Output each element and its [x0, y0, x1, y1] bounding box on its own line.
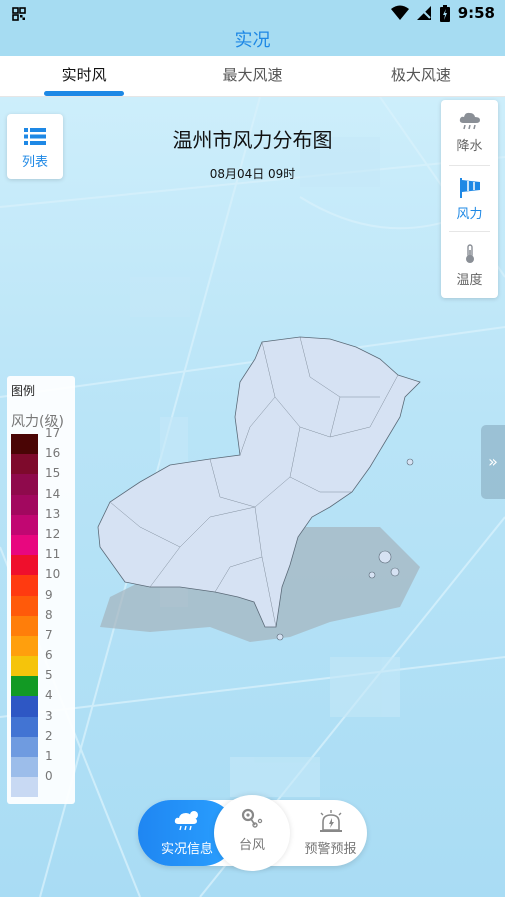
- legend-scale: 17 16 15 14 13 12 11 10 9 8 7 6 5 4 3 2 1 0: [11, 426, 71, 798]
- layer-label: 降水: [456, 139, 483, 154]
- tab-extreme-wind-speed[interactable]: 极大风速: [337, 56, 505, 96]
- legend-row: 12: [11, 527, 71, 556]
- tab-label: 最大风速: [222, 66, 283, 84]
- legend-swatch: [11, 474, 38, 495]
- legend-level-label: 11: [45, 547, 61, 562]
- legend-level-label: 17: [45, 426, 61, 440]
- legend-level-label: 0: [45, 769, 53, 784]
- legend-row: 4: [11, 688, 71, 717]
- legend-swatch: [11, 575, 38, 596]
- legend-level-label: 13: [45, 506, 61, 521]
- map-background[interactable]: [0, 97, 505, 897]
- bottom-navigation: 实况信息 台风 预警预报: [138, 795, 367, 871]
- legend-row: 9: [11, 588, 71, 616]
- nav-label: 预警预报: [304, 842, 357, 857]
- legend-level-label: 10: [45, 567, 61, 582]
- tab-label: 实时风: [61, 66, 107, 84]
- legend-swatch: [11, 635, 38, 657]
- legend-swatch: [11, 555, 38, 576]
- page-title: 实况: [234, 30, 271, 51]
- layer-panel: 降水 风力 温度: [441, 100, 498, 298]
- thermometer-icon: [465, 244, 474, 263]
- legend-row: 3: [11, 709, 71, 737]
- legend-level-label: 7: [45, 627, 53, 642]
- legend-level-label: 9: [45, 587, 53, 602]
- legend-level-label: 16: [45, 446, 61, 461]
- legend-level-label: 1: [45, 749, 53, 763]
- clock: 9:58: [457, 4, 495, 22]
- legend-row: 1: [11, 749, 71, 778]
- legend-level-label: 14: [45, 486, 61, 501]
- legend-swatch: [11, 716, 38, 737]
- legend-row: 17: [11, 426, 71, 455]
- typhoon-icon: [241, 808, 263, 828]
- wifi-icon: [390, 5, 409, 20]
- legend-swatch: [11, 696, 38, 717]
- legend-swatch: [11, 676, 38, 697]
- layer-temperature[interactable]: 温度: [441, 232, 498, 298]
- legend-row: 15: [11, 466, 71, 495]
- wind-flag-icon: [459, 178, 480, 198]
- tab-max-wind-speed[interactable]: 最大风速: [168, 56, 336, 96]
- legend-row: 14: [11, 487, 71, 515]
- legend-level-label: 4: [45, 688, 53, 703]
- qr-grid-icon: [12, 7, 26, 21]
- legend-swatch: [11, 736, 38, 757]
- tab-active-indicator: [44, 91, 125, 96]
- title-bar: 实况: [0, 28, 505, 56]
- legend-level-label: 15: [45, 466, 61, 481]
- legend-panel: 图例 风力(级) 17 16 15 14 13 12 11 10 9 8 7 6 5 4 3 2 1 0: [7, 376, 75, 804]
- status-bar: 9:58: [0, 0, 505, 28]
- legend-row: 0: [11, 769, 71, 798]
- side-panel-expand-handle[interactable]: »: [481, 425, 505, 499]
- legend-row: 8: [11, 608, 71, 636]
- battery-charging-icon: [439, 4, 450, 22]
- legend-swatch: [11, 534, 38, 556]
- legend-row: 13: [11, 507, 71, 535]
- legend-row: 5: [11, 668, 71, 697]
- legend-level-label: 12: [45, 526, 61, 541]
- legend-swatch: [11, 656, 38, 677]
- legend-swatch: [11, 615, 38, 636]
- tab-bar: 实时风 最大风速 极大风速: [0, 56, 505, 97]
- tab-label: 极大风速: [390, 66, 451, 84]
- map-title: 温州市风力分布图: [172, 128, 333, 152]
- tab-realtime-wind[interactable]: 实时风: [0, 56, 168, 96]
- legend-level-label: 5: [45, 668, 53, 683]
- double-chevron-right-icon: »: [488, 452, 498, 471]
- layer-label: 风力: [456, 207, 483, 222]
- legend-swatch: [11, 514, 38, 535]
- legend-row: 6: [11, 648, 71, 677]
- alert-siren-icon: [319, 810, 342, 832]
- nav-label: 台风: [238, 838, 265, 853]
- nav-typhoon[interactable]: 台风: [214, 795, 290, 871]
- legend-swatch: [11, 434, 38, 455]
- legend-row: 10: [11, 567, 71, 596]
- legend-row: 11: [11, 547, 71, 576]
- legend-row: 2: [11, 729, 71, 757]
- legend-swatch: [11, 595, 38, 616]
- legend-swatch: [11, 757, 38, 778]
- legend-swatch: [11, 777, 38, 798]
- layer-wind[interactable]: 风力: [441, 166, 498, 232]
- legend-level-label: 3: [45, 708, 53, 723]
- legend-row: 16: [11, 446, 71, 475]
- legend-level-label: 8: [45, 607, 53, 622]
- legend-title: 图例: [11, 384, 36, 398]
- map-timestamp: 08月04日 09时: [209, 167, 296, 181]
- map-canvas: [0, 97, 505, 897]
- weather-live-icon: [174, 811, 198, 831]
- legend-swatch: [11, 454, 38, 475]
- legend-level-label: 2: [45, 728, 53, 743]
- layer-precipitation[interactable]: 降水: [441, 100, 498, 166]
- nav-warning-forecast[interactable]: 预警预报: [294, 800, 367, 866]
- layer-label: 温度: [456, 273, 483, 288]
- signal-off-icon: [416, 6, 431, 20]
- rain-cloud-icon: [459, 112, 480, 130]
- legend-swatch: [11, 494, 38, 515]
- legend-level-label: 6: [45, 648, 53, 663]
- legend-row: 7: [11, 628, 71, 657]
